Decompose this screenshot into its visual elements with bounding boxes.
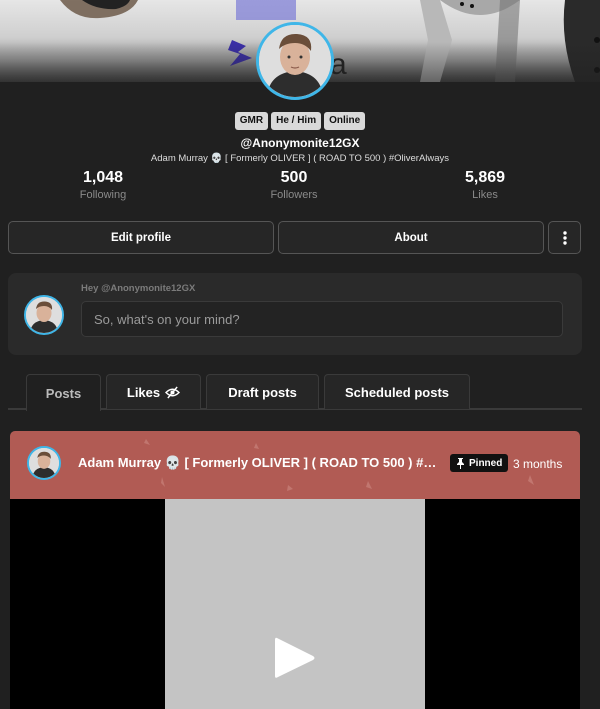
- post-author-avatar[interactable]: [27, 446, 61, 480]
- badge-online: Online: [324, 112, 366, 130]
- edit-profile-button[interactable]: Edit profile: [8, 221, 274, 254]
- about-button[interactable]: About: [278, 221, 544, 254]
- profile-username: @Anonymonite12GX: [240, 136, 360, 150]
- stat-likes-value: 5,869: [464, 169, 506, 186]
- profile-avatar[interactable]: [256, 22, 334, 100]
- post-card[interactable]: Adam Murray 💀 [ Formerly OLIVER ] ( ROAD…: [10, 431, 580, 709]
- post-author-avatar-image: [29, 448, 59, 478]
- composer-avatar-image: [26, 297, 62, 333]
- more-vertical-icon: [562, 230, 567, 245]
- composer-input[interactable]: So, what's on your mind?: [81, 301, 563, 337]
- badge-pronouns: He / Him: [271, 112, 322, 130]
- stat-following-value: 1,048: [82, 169, 124, 186]
- profile-badges: GMR He / Him Online: [0, 112, 600, 130]
- stat-likes-label: Likes: [472, 189, 498, 201]
- pinned-badge: Pinned: [450, 454, 509, 472]
- eye-slash-icon: [165, 385, 181, 399]
- more-options-button[interactable]: [548, 221, 581, 254]
- tab-likes-label: Likes: [126, 384, 161, 400]
- post-title[interactable]: Adam Murray 💀 [ Formerly OLIVER ] ( ROAD…: [78, 455, 446, 471]
- badge-gmr: GMR: [234, 112, 269, 130]
- tab-posts-label: Posts: [45, 385, 82, 401]
- tab-likes[interactable]: Likes: [106, 374, 201, 409]
- post-composer: Hey @Anonymonite12GX So, what's on your …: [8, 273, 582, 355]
- stat-following[interactable]: 1,048 Following: [43, 168, 163, 202]
- play-icon[interactable]: [273, 635, 317, 681]
- composer-greeting: Hey @Anonymonite12GX: [81, 283, 196, 294]
- profile-bio: Adam Murray 💀 [ Formerly OLIVER ] ( ROAD…: [150, 153, 450, 164]
- composer-avatar: [24, 295, 64, 335]
- pinned-label: Pinned: [469, 457, 503, 469]
- tab-posts[interactable]: Posts: [26, 374, 101, 411]
- post-time: 3 months: [513, 457, 563, 471]
- stat-followers-label: Followers: [270, 189, 318, 201]
- tab-draft-posts[interactable]: Draft posts: [206, 374, 319, 409]
- tab-scheduled-posts-label: Scheduled posts: [344, 384, 450, 400]
- stat-following-label: Following: [79, 189, 127, 201]
- stat-likes[interactable]: 5,869 Likes: [425, 168, 545, 202]
- profile-tabs: Posts Likes Draft posts Scheduled posts: [8, 374, 582, 411]
- pin-icon: [457, 457, 464, 469]
- avatar-image: [259, 25, 331, 97]
- post-video[interactable]: [10, 499, 580, 709]
- stat-followers-value: 500: [280, 169, 308, 186]
- tab-draft-posts-label: Draft posts: [228, 384, 297, 400]
- stat-followers[interactable]: 500 Followers: [234, 168, 354, 202]
- post-header: Adam Murray 💀 [ Formerly OLIVER ] ( ROAD…: [10, 431, 580, 499]
- tab-scheduled-posts[interactable]: Scheduled posts: [324, 374, 470, 409]
